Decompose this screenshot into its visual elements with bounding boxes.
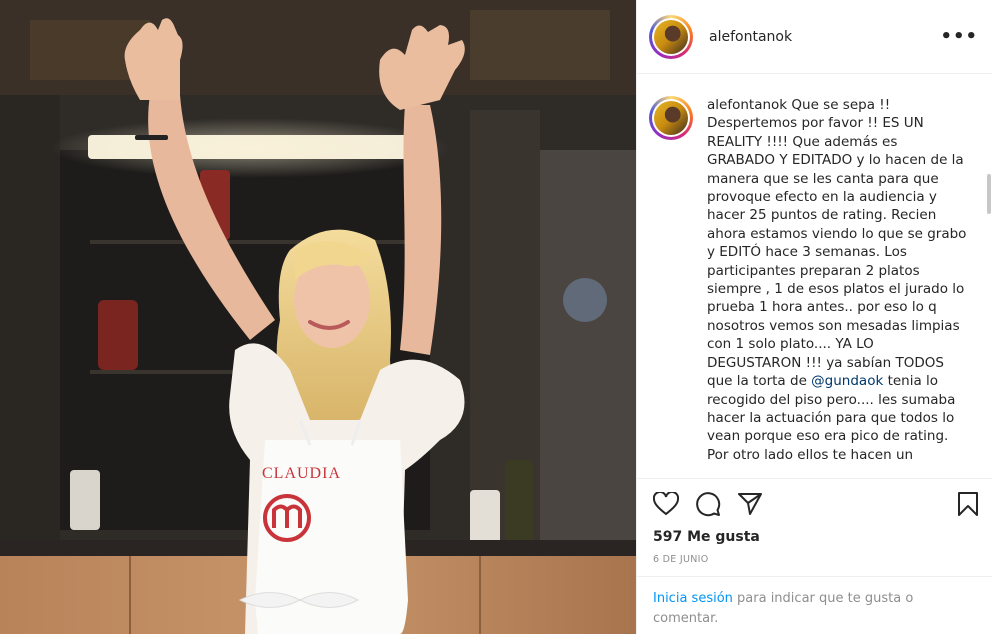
comment-icon[interactable] [695, 491, 721, 517]
caption-area: alefontanok Que se sepa !! Despertemos p… [637, 74, 992, 478]
post-date: 6 DE JUNIO [653, 554, 709, 565]
login-link[interactable]: Inicia sesión [653, 591, 733, 606]
actions-area: 597 Me gusta 6 DE JUNIO [637, 478, 992, 565]
caption-avatar[interactable] [649, 96, 693, 140]
login-prompt: Inicia sesión para indicar que te gusta … [637, 576, 992, 634]
post-photo[interactable]: CLAUDIA [0, 0, 636, 634]
header-username[interactable]: alefontanok [709, 29, 940, 45]
heart-icon[interactable] [653, 492, 679, 516]
caption-body-1: Que se sepa !! Despertemos por favor !! … [707, 97, 967, 390]
apron-name-text: CLAUDIA [262, 465, 341, 482]
post-side-panel: alefontanok ••• alefontanok Que se sepa … [636, 0, 992, 634]
action-icons [653, 491, 979, 517]
caption-row: alefontanok Que se sepa !! Despertemos p… [649, 96, 981, 464]
more-options-icon[interactable]: ••• [940, 26, 978, 47]
share-icon[interactable] [737, 492, 763, 516]
caption-username[interactable]: alefontanok [707, 97, 787, 113]
likes-count[interactable]: 597 Me gusta [653, 529, 979, 545]
caption-text: alefontanok Que se sepa !! Despertemos p… [707, 96, 969, 464]
avatar[interactable] [649, 14, 693, 59]
post-photo-illustration [0, 0, 636, 634]
caption-mention-link[interactable]: @gundaok [811, 373, 883, 389]
caption-scrollbar[interactable] [987, 174, 991, 214]
bookmark-icon[interactable] [957, 491, 979, 517]
post-header: alefontanok ••• [637, 0, 992, 74]
